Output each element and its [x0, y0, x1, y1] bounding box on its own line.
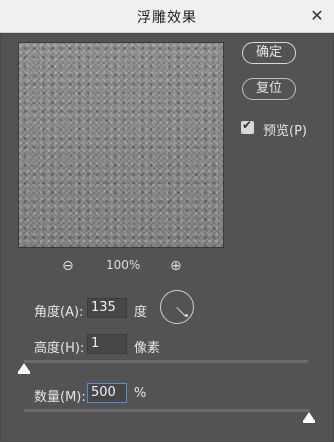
preview-checkbox-label[interactable]: 预览(P) — [263, 120, 307, 139]
height-input[interactable]: 1 — [87, 334, 127, 354]
dialog-title: 浮雕效果 — [137, 10, 197, 26]
angle-unit: 度 — [134, 305, 148, 320]
check-icon: ✔ — [242, 118, 253, 132]
preview-checkbox[interactable]: ✔ — [241, 118, 254, 134]
height-slider-track[interactable] — [24, 360, 308, 363]
amount-input[interactable]: 500 — [87, 383, 127, 403]
amount-unit: % — [134, 386, 147, 401]
height-slider-thumb-base — [18, 371, 30, 374]
emboss-preview[interactable] — [18, 42, 224, 248]
height-unit: 像素 — [134, 341, 161, 356]
zoom-out-icon[interactable]: ⊖ — [62, 258, 74, 274]
height-label: 高度(H): — [34, 341, 85, 356]
amount-slider-track[interactable] — [24, 409, 310, 412]
amount-label: 数量(M): — [34, 390, 86, 405]
angle-input[interactable]: 135 — [87, 298, 127, 318]
close-icon[interactable]: ✕ — [308, 7, 326, 25]
angle-dial[interactable] — [160, 290, 194, 324]
amount-slider-thumb-base — [303, 420, 315, 423]
angle-dial-dot — [185, 314, 188, 317]
zoom-in-icon[interactable]: ⊕ — [170, 258, 182, 274]
ok-button[interactable]: 确定 — [242, 42, 296, 64]
angle-label: 角度(A): — [34, 305, 84, 320]
title-bar: 浮雕效果 ✕ — [0, 0, 334, 33]
reset-button[interactable]: 复位 — [242, 78, 296, 100]
zoom-level: 100% — [106, 258, 141, 272]
